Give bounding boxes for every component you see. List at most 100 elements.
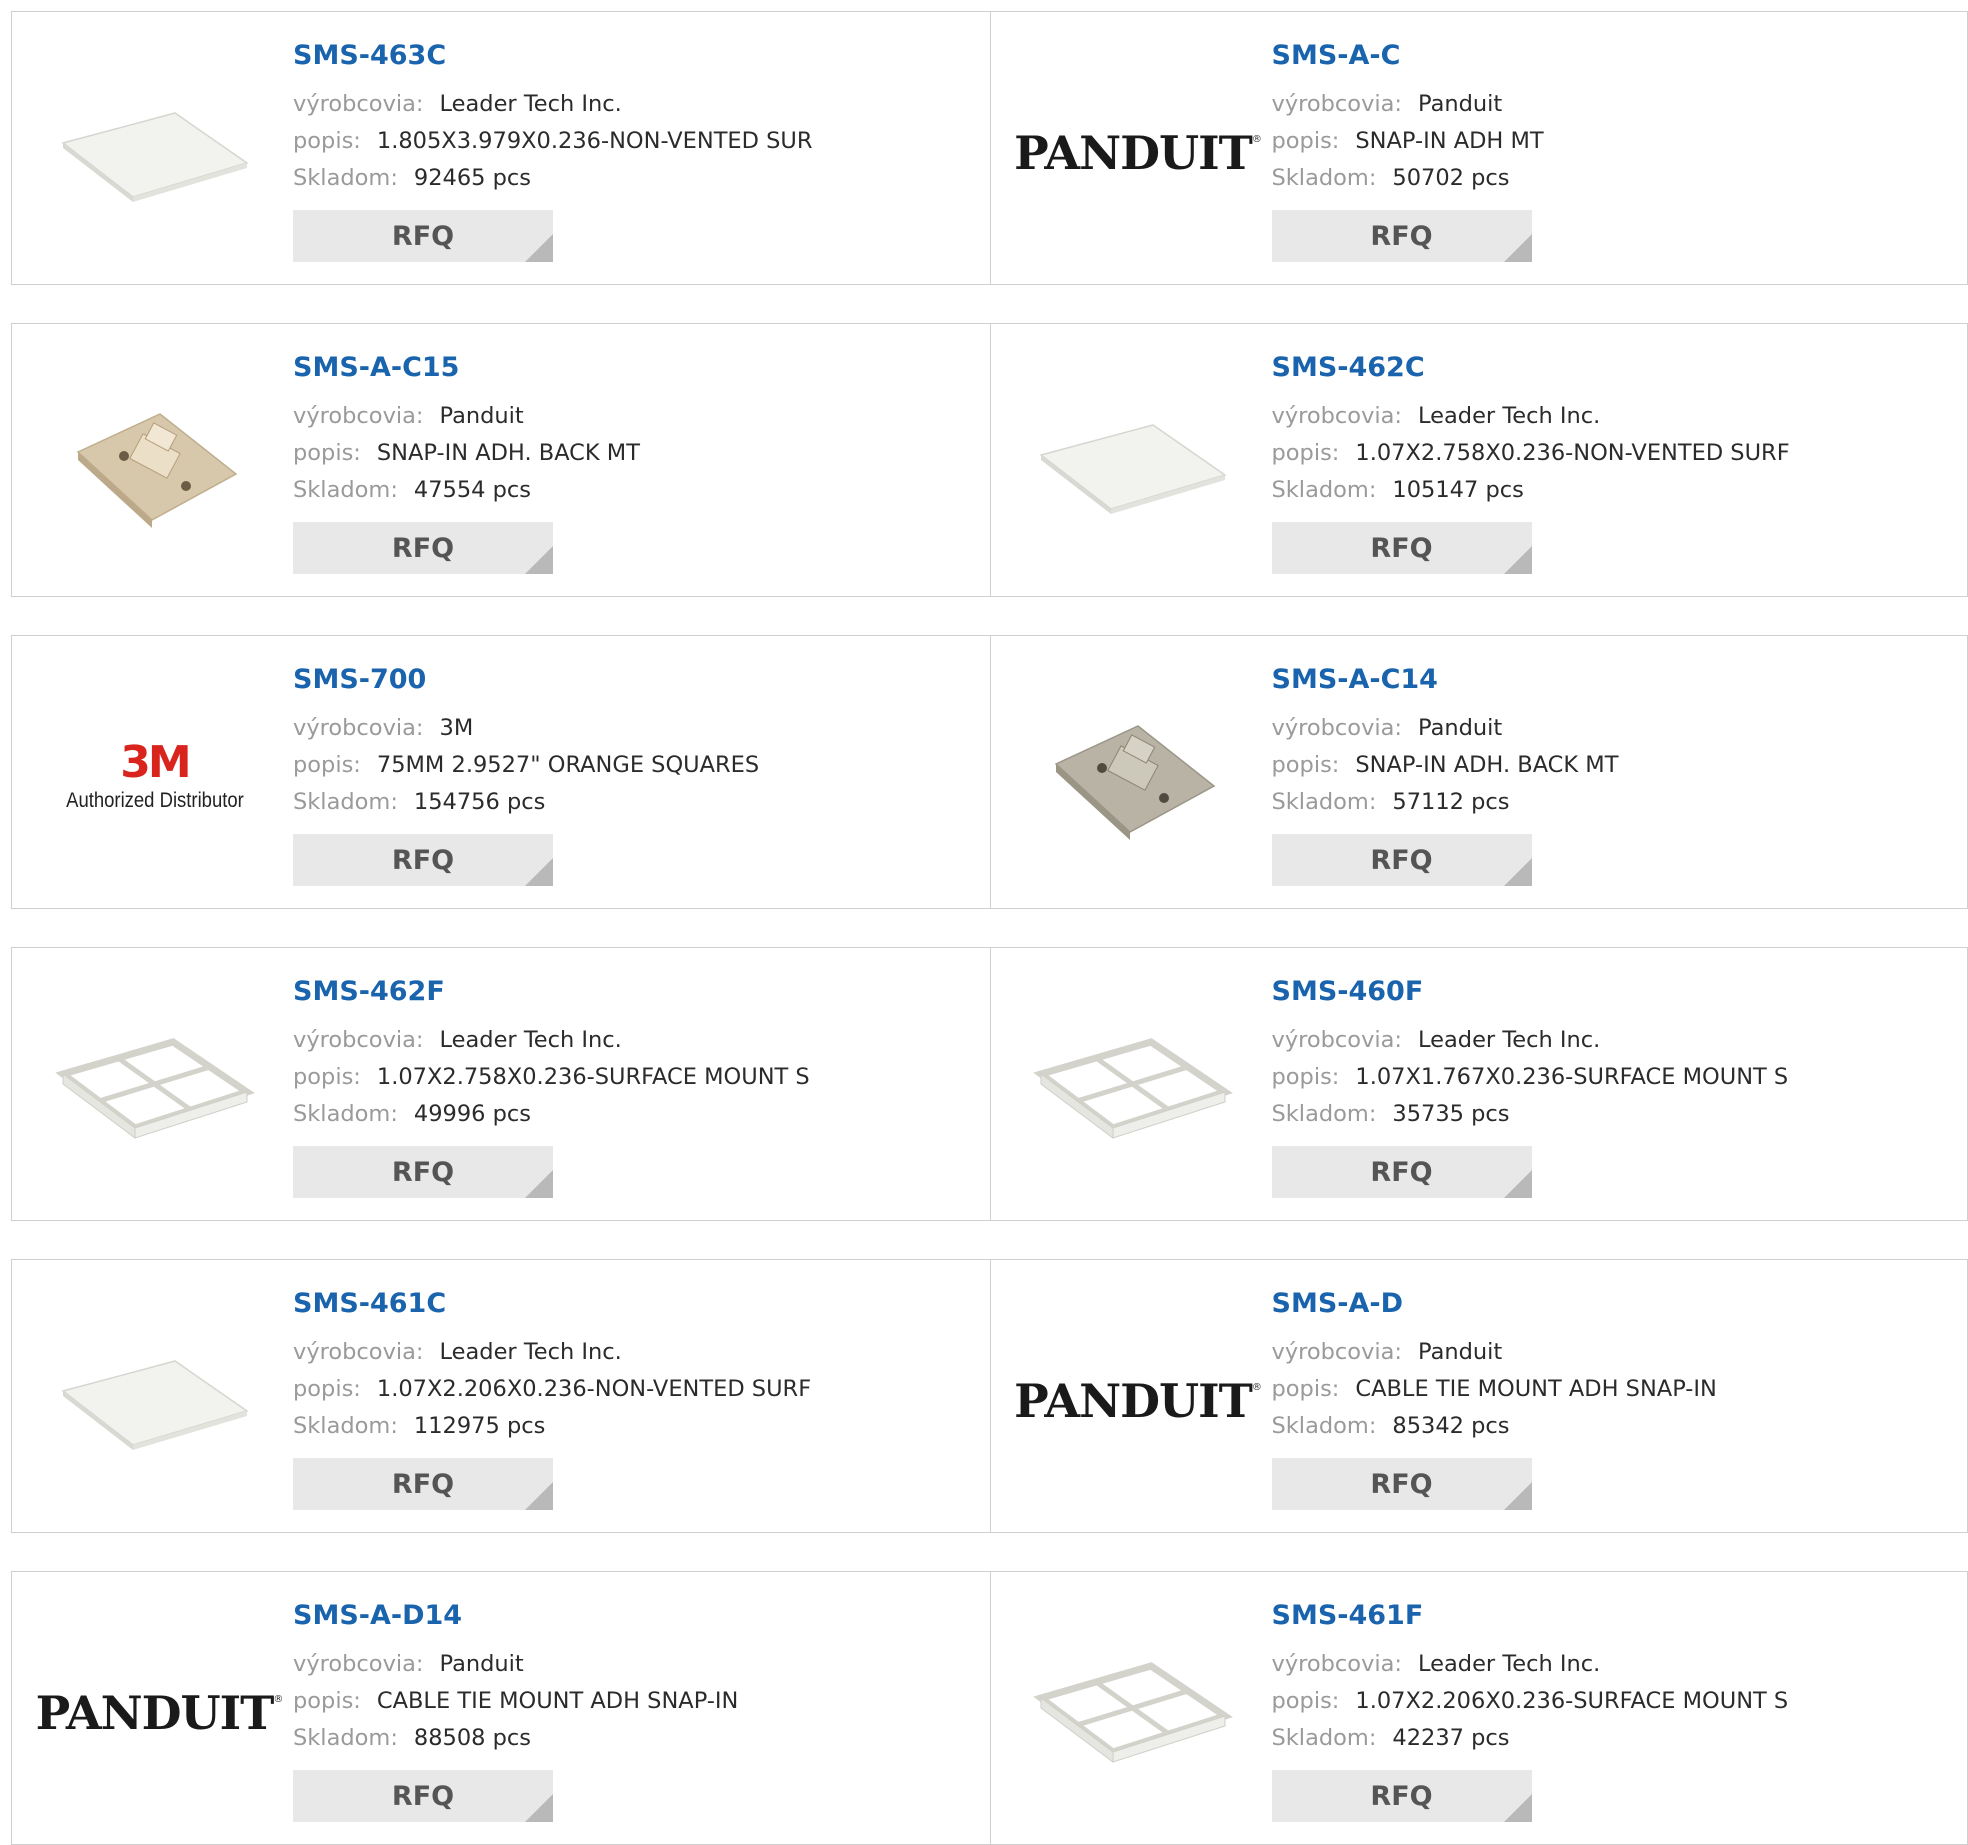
rfq-button[interactable]: RFQ: [293, 834, 553, 886]
stock-line: Skladom: 57112 pcs: [1272, 784, 1619, 821]
description-value: SNAP-IN ADH MT: [1355, 128, 1544, 154]
manufacturer-line: výrobcovia: Panduit: [293, 1646, 738, 1683]
frame-icon[interactable]: [1031, 986, 1236, 1191]
stock-label: Skladom:: [1271, 477, 1377, 503]
rfq-button[interactable]: RFQ: [1271, 834, 1532, 886]
rfq-button[interactable]: RFQ: [1271, 522, 1532, 574]
manufacturer-label: výrobcovia:: [293, 91, 424, 117]
product-card: SMS-A-C15 výrobcovia: Panduit popis: SNAP-…: [12, 324, 990, 596]
stock-value: 85342 pcs: [1392, 1413, 1510, 1439]
description-line: popis: 75MM 2.9527" ORANGE SQUARES: [293, 747, 759, 784]
part-number-link[interactable]: SMS-462F: [293, 978, 810, 1005]
description-line: popis: 1.07X2.758X0.236-SURFACE MOUNT S: [293, 1059, 810, 1096]
manufacturer-label: výrobcovia:: [293, 1339, 424, 1365]
stock-label: Skladom:: [293, 165, 398, 191]
part-number-link[interactable]: SMS-460F: [1272, 978, 1789, 1005]
description-line: popis: SNAP-IN ADH. BACK MT: [1272, 747, 1619, 784]
panduit-logo[interactable]: PANDUIT ®: [36, 1610, 284, 1815]
manufacturer-line: výrobcovia: Leader Tech Inc.: [1272, 1646, 1789, 1683]
stock-value: 57112 pcs: [1392, 789, 1510, 815]
description-label: popis:: [1271, 1064, 1340, 1090]
stock-label: Skladom:: [293, 1101, 398, 1127]
plain-panel-icon[interactable]: [52, 50, 257, 255]
product-card: PANDUIT ® SMS-A-C výrobcovia: Panduit pop…: [989, 12, 1968, 284]
cable-mount-tan-icon[interactable]: [52, 362, 257, 567]
part-number-link[interactable]: SMS-A-D14: [293, 1602, 738, 1629]
panduit-logo-text: PANDUIT: [1014, 1373, 1253, 1428]
description-line: popis: 1.07X2.758X0.236-NON-VENTED SURF: [1272, 435, 1790, 472]
part-number-link[interactable]: SMS-A-C14: [1272, 666, 1619, 693]
product-row: SMS-A-C15 výrobcovia: Panduit popis: SNAP-…: [11, 323, 1968, 597]
stock-value: 42237 pcs: [1392, 1725, 1510, 1751]
product-card: SMS-463C výrobcovia: Leader Tech Inc. pop…: [12, 12, 990, 284]
rfq-button[interactable]: RFQ: [293, 1146, 553, 1198]
stock-value: 50702 pcs: [1392, 165, 1510, 191]
part-number-link[interactable]: SMS-A-D: [1272, 1290, 1717, 1317]
part-number-link[interactable]: SMS-461F: [1272, 1602, 1789, 1629]
product-info: SMS-700 výrobcovia: 3M popis: 75MM 2.9527"…: [293, 666, 759, 886]
description-line: popis: CABLE TIE MOUNT ADH SNAP-IN: [1272, 1371, 1717, 1408]
manufacturer-label: výrobcovia:: [1271, 1651, 1403, 1677]
manufacturer-value: Panduit: [1418, 715, 1503, 741]
manufacturer-label: výrobcovia:: [1271, 1027, 1403, 1053]
rfq-button[interactable]: RFQ: [293, 522, 553, 574]
part-number-link[interactable]: SMS-A-C: [1272, 42, 1544, 69]
manufacturer-line: výrobcovia: Panduit: [1272, 1334, 1717, 1371]
description-line: popis: SNAP-IN ADH. BACK MT: [293, 435, 640, 472]
manufacturer-value: Leader Tech Inc.: [1418, 1027, 1601, 1053]
part-number-link[interactable]: SMS-A-C15: [293, 354, 640, 381]
rfq-button[interactable]: RFQ: [293, 1458, 553, 1510]
product-info: SMS-A-C15 výrobcovia: Panduit popis: SNAP-…: [293, 354, 640, 574]
part-number-link[interactable]: SMS-461C: [293, 1290, 811, 1317]
stock-label: Skladom:: [293, 789, 398, 815]
registered-mark: ®: [273, 1693, 284, 1705]
stock-label: Skladom:: [293, 1413, 398, 1439]
product-card: SMS-460F výrobcovia: Leader Tech Inc. pop…: [989, 948, 1968, 1220]
product-info: SMS-461F výrobcovia: Leader Tech Inc. pop…: [1271, 1602, 1789, 1822]
product-info: SMS-460F výrobcovia: Leader Tech Inc. pop…: [1271, 978, 1789, 1198]
manufacturer-value: Leader Tech Inc.: [439, 1027, 622, 1053]
description-label: popis:: [1271, 1376, 1340, 1402]
part-number-link[interactable]: SMS-463C: [293, 42, 813, 69]
3m-logo[interactable]: 3M Authorized Distributor: [52, 674, 257, 879]
stock-value: 88508 pcs: [413, 1725, 532, 1751]
rfq-button[interactable]: RFQ: [1271, 1458, 1532, 1510]
product-info: SMS-A-D výrobcovia: Panduit popis: CABLE T…: [1271, 1290, 1717, 1510]
manufacturer-value: Panduit: [1418, 91, 1503, 117]
manufacturer-line: výrobcovia: Panduit: [1272, 86, 1544, 123]
rfq-button[interactable]: RFQ: [293, 210, 553, 262]
description-line: popis: SNAP-IN ADH MT: [1272, 123, 1544, 160]
manufacturer-label: výrobcovia:: [1271, 715, 1403, 741]
product-info: SMS-462C výrobcovia: Leader Tech Inc. pop…: [1271, 354, 1790, 574]
description-value: 1.07X2.206X0.236-NON-VENTED SURF: [376, 1376, 812, 1402]
part-number-link[interactable]: SMS-462C: [1272, 354, 1790, 381]
stock-line: Skladom: 92465 pcs: [293, 160, 813, 197]
description-label: popis:: [1271, 440, 1340, 466]
panduit-logo[interactable]: PANDUIT ®: [1014, 1298, 1262, 1503]
description-value: CABLE TIE MOUNT ADH SNAP-IN: [376, 1688, 739, 1714]
plain-panel-icon[interactable]: [1031, 362, 1236, 567]
description-line: popis: CABLE TIE MOUNT ADH SNAP-IN: [293, 1683, 738, 1720]
manufacturer-line: výrobcovia: Leader Tech Inc.: [293, 86, 813, 123]
part-number-link[interactable]: SMS-700: [293, 666, 759, 693]
product-info: SMS-461C výrobcovia: Leader Tech Inc. pop…: [293, 1290, 811, 1510]
description-line: popis: 1.07X2.206X0.236-NON-VENTED SURF: [293, 1371, 811, 1408]
frame-icon[interactable]: [52, 986, 257, 1191]
stock-label: Skladom:: [1271, 1725, 1377, 1751]
rfq-button[interactable]: RFQ: [1271, 1770, 1532, 1822]
product-card: SMS-A-C14 výrobcovia: Panduit popis: SNAP-…: [989, 636, 1968, 908]
manufacturer-line: výrobcovia: Leader Tech Inc.: [1272, 1022, 1789, 1059]
plain-panel-icon[interactable]: [52, 1298, 257, 1503]
rfq-button[interactable]: RFQ: [1271, 210, 1532, 262]
rfq-button[interactable]: RFQ: [293, 1770, 553, 1822]
description-label: popis:: [293, 752, 361, 778]
stock-label: Skladom:: [293, 1725, 398, 1751]
rfq-button[interactable]: RFQ: [1271, 1146, 1532, 1198]
product-card: SMS-461F výrobcovia: Leader Tech Inc. pop…: [989, 1572, 1968, 1844]
description-line: popis: 1.07X2.206X0.236-SURFACE MOUNT S: [1272, 1683, 1789, 1720]
panduit-logo[interactable]: PANDUIT ®: [1014, 50, 1262, 255]
cable-mount-gray-icon[interactable]: [1031, 674, 1236, 879]
product-info: SMS-463C výrobcovia: Leader Tech Inc. pop…: [293, 42, 813, 262]
stock-label: Skladom:: [1271, 1413, 1377, 1439]
frame-icon[interactable]: [1031, 1610, 1236, 1815]
